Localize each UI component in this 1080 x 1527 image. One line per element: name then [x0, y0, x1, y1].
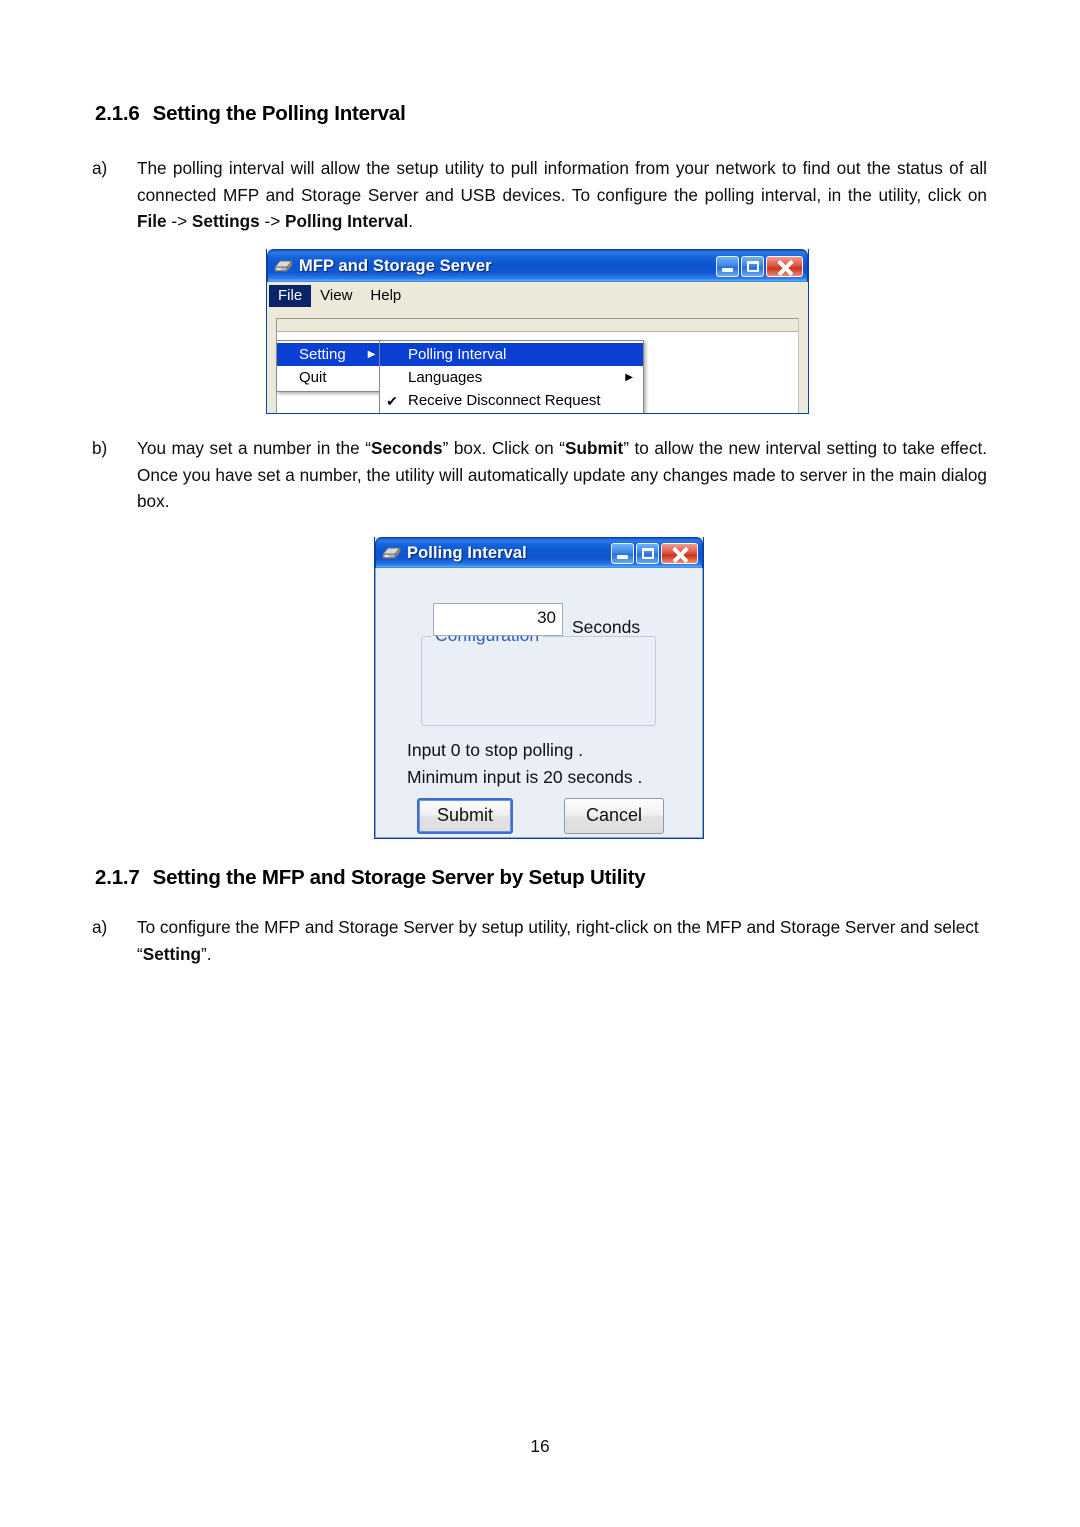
- paragraph-b-216: b) You may set a number in the “Seconds” …: [92, 435, 987, 515]
- menu-item-setting-label: Setting: [299, 346, 346, 363]
- cancel-button[interactable]: Cancel: [564, 798, 664, 834]
- polling-dialog-body: Configuration 30 Seconds Input 0 to stop…: [375, 568, 703, 838]
- emphasis-file: File: [137, 211, 167, 231]
- minimize-icon[interactable]: [611, 542, 634, 564]
- polling-dialog-titlebar: Polling Interval: [375, 537, 703, 568]
- mfp-window-titlebar: MFP and Storage Server: [267, 249, 808, 282]
- menu-item-polling-interval[interactable]: Polling Interval: [380, 343, 643, 366]
- server-device-icon: [382, 545, 401, 561]
- file-dropdown-menu: Setting ▶ Quit: [276, 340, 381, 392]
- mfp-window-title: MFP and Storage Server: [299, 256, 492, 275]
- paragraph-end: .: [408, 211, 414, 231]
- emphasis-settings: Settings: [191, 211, 260, 231]
- section-title: Setting the Polling Interval: [152, 102, 406, 125]
- chevron-right-icon: ▶: [625, 371, 633, 383]
- menu-item-receive-disconnect-request[interactable]: ✔ Receive Disconnect Request: [380, 389, 643, 412]
- server-device-icon: [274, 258, 293, 274]
- page-number: 16: [530, 1436, 550, 1456]
- section-number: 2.1.7: [95, 866, 140, 889]
- emphasis-seconds: Seconds: [370, 438, 443, 458]
- section-heading-216: 2.1.6 Setting the Polling Interval: [95, 102, 406, 126]
- menu-item-quit-label: Quit: [299, 369, 327, 386]
- emphasis-setting: Setting: [142, 943, 201, 964]
- mfp-storage-server-window: MFP and Storage Server File View Help Se…: [266, 249, 809, 414]
- chevron-right-icon: ▶: [367, 348, 376, 360]
- paragraph-text-2: ” box. Click on “: [442, 438, 565, 458]
- document-page: 2.1.6 Setting the Polling Interval a) The …: [0, 0, 1080, 1527]
- close-icon[interactable]: [766, 255, 803, 277]
- maximize-icon[interactable]: [741, 255, 764, 277]
- list-header-strip: [277, 319, 798, 332]
- menu-item-languages-label: Languages: [408, 369, 483, 386]
- separator-1: ->: [166, 211, 192, 231]
- list-marker: a): [92, 917, 108, 937]
- paragraph-a-216: a) The polling interval will allow the se…: [92, 155, 987, 235]
- emphasis-submit: Submit: [564, 438, 624, 458]
- setting-submenu: Polling Interval Languages ▶ ✔ Receive D…: [379, 340, 644, 413]
- mfp-window-body: File View Help Setting ▶ Quit Polling In…: [267, 282, 808, 413]
- mfp-window-controls: [716, 255, 803, 277]
- checkmark-icon: ✔: [386, 392, 398, 409]
- polling-interval-dialog: Polling Interval Configuration 30 Second…: [374, 537, 704, 839]
- separator-2: ->: [259, 211, 286, 231]
- paragraph-text-2: ”.: [200, 943, 212, 964]
- menu-help[interactable]: Help: [361, 285, 410, 307]
- list-marker: b): [92, 438, 108, 458]
- section-heading-217: 2.1.7 Setting the MFP and Storage Server …: [95, 866, 646, 890]
- emphasis-polling-interval: Polling Interval: [285, 211, 409, 231]
- info-line-minimum-input: Minimum input is 20 seconds .: [407, 767, 643, 787]
- seconds-input[interactable]: 30: [433, 603, 563, 636]
- menu-item-polling-interval-label: Polling Interval: [408, 346, 507, 363]
- menu-item-setting[interactable]: Setting ▶: [277, 343, 380, 366]
- paragraph-a-217: a) To configure the MFP and Storage Serve…: [92, 914, 992, 967]
- info-line-stop-polling: Input 0 to stop polling .: [407, 740, 584, 760]
- menu-file[interactable]: File: [269, 284, 312, 307]
- mfp-menubar: File View Help: [269, 284, 806, 307]
- menu-item-receive-disconnect-request-label: Receive Disconnect Request: [408, 392, 601, 409]
- menu-item-quit[interactable]: Quit: [277, 366, 380, 389]
- paragraph-text-1: You may set a number in the “: [137, 438, 371, 458]
- configuration-groupbox: Configuration: [421, 625, 656, 726]
- submit-button[interactable]: Submit: [417, 798, 513, 834]
- close-icon[interactable]: [661, 542, 698, 564]
- menu-view[interactable]: View: [311, 285, 361, 307]
- paragraph-text: The polling interval will allow the setu…: [137, 158, 987, 205]
- section-number: 2.1.6: [95, 102, 140, 125]
- paragraph-text-1: To configure the MFP and Storage Server …: [137, 917, 979, 964]
- seconds-label: Seconds: [572, 617, 641, 637]
- maximize-icon[interactable]: [636, 542, 659, 564]
- section-title: Setting the MFP and Storage Server by Se…: [152, 866, 646, 889]
- polling-dialog-title: Polling Interval: [407, 543, 527, 562]
- list-marker: a): [92, 158, 108, 178]
- polling-dialog-controls: [611, 542, 698, 564]
- minimize-icon[interactable]: [716, 255, 739, 277]
- menu-item-languages[interactable]: Languages ▶: [380, 366, 643, 389]
